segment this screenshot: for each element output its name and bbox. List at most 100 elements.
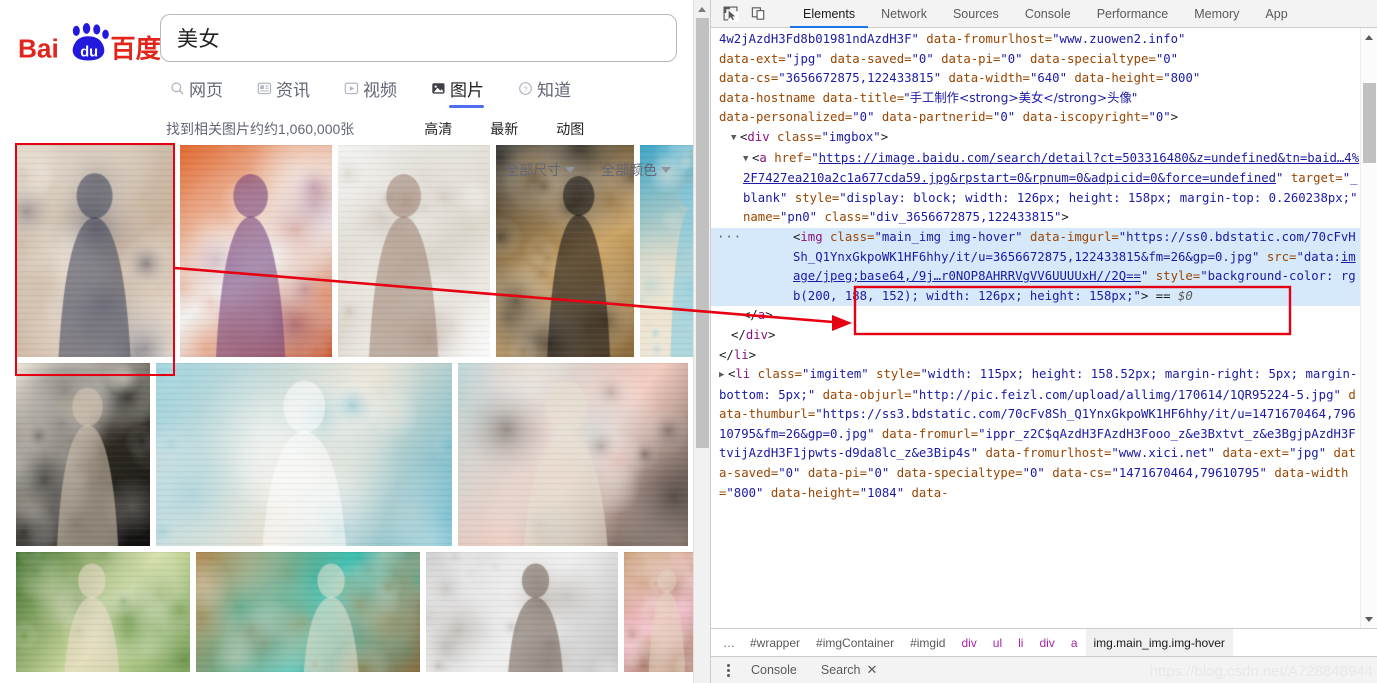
- code-token: "http://pic.feizl.com/upload/allimg/1706…: [911, 387, 1341, 402]
- scrollbar-thumb[interactable]: [1363, 83, 1376, 163]
- disclosure-triangle-icon[interactable]: ▼: [743, 150, 752, 170]
- breadcrumb-item[interactable]: img.main_img.img-hover: [1085, 629, 1233, 656]
- tab-elements[interactable]: Elements: [790, 0, 869, 28]
- code-token: "div_3656672875,122433815": [868, 210, 1062, 225]
- code-token: >: [880, 129, 889, 144]
- filter-animated[interactable]: 动图: [556, 119, 584, 139]
- image-result-item[interactable]: [338, 145, 490, 357]
- baidu-logo[interactable]: du Bai 百度: [0, 14, 160, 66]
- tab-label: Console: [1024, 6, 1071, 21]
- tab-network[interactable]: Network: [868, 0, 940, 27]
- breadcrumb: … #wrapper #imgContainer #imgid div ul li div a i…: [711, 628, 1377, 656]
- breadcrumb-item[interactable]: li: [1010, 629, 1031, 656]
- dom-tree[interactable]: 4w2jAzdH3Fd8b01981ndAzdH3F" data-fromurl…: [711, 28, 1360, 628]
- devtools-panel: Elements Network Sources Console Perform…: [710, 0, 1377, 683]
- color-filter-dropdown[interactable]: 全部颜色: [601, 160, 671, 180]
- dom-tree-line[interactable]: ▼ <a href="https://image.baidu.com/search…: [711, 149, 1360, 228]
- tab-console[interactable]: Console: [1012, 0, 1084, 27]
- image-result-item[interactable]: [156, 363, 452, 546]
- dom-tree-line[interactable]: data-cs="3656672875,122433815" data-widt…: [711, 69, 1360, 89]
- scrollbar-thumb[interactable]: [696, 18, 709, 448]
- tab-zhidao[interactable]: ? 知道: [518, 76, 571, 108]
- image-result-item[interactable]: [426, 552, 618, 672]
- expand-ellipsis[interactable]: ···: [717, 228, 742, 248]
- code-token: data-iscopyright=: [1022, 110, 1149, 125]
- code-token: data-height=: [1074, 71, 1164, 86]
- breadcrumb-item[interactable]: div: [953, 629, 984, 656]
- dom-tree-line[interactable]: data-hostname data-title="手工制作<strong>美女…: [711, 89, 1360, 109]
- code-token: data-specialtype=: [896, 466, 1023, 481]
- code-link[interactable]: https://image.baidu.com/search/detail?ct…: [743, 151, 1359, 186]
- image-result-item[interactable]: [624, 552, 693, 672]
- dom-tree-line[interactable]: </div>: [711, 326, 1360, 346]
- scroll-up-arrow-icon[interactable]: [1361, 28, 1377, 45]
- code-token: "imgbox": [821, 129, 881, 144]
- breadcrumb-item[interactable]: div: [1031, 629, 1062, 656]
- image-result-item[interactable]: [180, 145, 332, 357]
- quick-filters: 高清 最新 动图: [424, 119, 584, 139]
- filter-hd[interactable]: 高清: [424, 119, 452, 139]
- breadcrumb-item[interactable]: #imgContainer: [808, 629, 902, 656]
- dom-tree-line[interactable]: </a>: [711, 306, 1360, 326]
- more-options-icon[interactable]: [717, 663, 739, 677]
- code-token: data-personalized=: [719, 110, 853, 125]
- breadcrumb-item[interactable]: …: [717, 629, 742, 656]
- dom-tree-line[interactable]: </li>: [711, 346, 1360, 366]
- code-token: >: [765, 308, 773, 323]
- image-result-item[interactable]: [16, 363, 150, 546]
- tab-performance[interactable]: Performance: [1084, 0, 1182, 27]
- tab-sources[interactable]: Sources: [940, 0, 1012, 27]
- filter-latest[interactable]: 最新: [490, 119, 518, 139]
- tab-webpage[interactable]: 网页: [170, 76, 223, 108]
- tab-memory[interactable]: Memory: [1181, 0, 1252, 27]
- thumbnail: [458, 363, 688, 546]
- code-token: data-specialtype=: [1030, 51, 1156, 66]
- drawer-tab-console[interactable]: Console: [739, 663, 809, 677]
- code-token: data-hostname: [719, 90, 816, 105]
- code-token: img: [800, 229, 823, 244]
- code-token: "jpg": [1289, 446, 1327, 461]
- search-input[interactable]: 美女: [160, 14, 677, 62]
- image-result-item[interactable]: [16, 552, 190, 672]
- tab-image[interactable]: 图片: [431, 76, 484, 108]
- dom-tree-line[interactable]: ▶ <li class="imgitem" style="width: 115px…: [711, 365, 1360, 503]
- code-token: data-fromurl=: [881, 426, 979, 441]
- dom-tree-line[interactable]: 4w2jAzdH3Fd8b01981ndAzdH3F" data-fromurl…: [711, 30, 1360, 50]
- thumbnail: [426, 552, 618, 672]
- code-token: data-saved=: [830, 51, 912, 66]
- breadcrumb-item[interactable]: a: [1063, 629, 1086, 656]
- drawer-tab-search[interactable]: Search ✕: [809, 662, 890, 678]
- breadcrumb-item[interactable]: #wrapper: [742, 629, 808, 656]
- color-filter-label: 全部颜色: [601, 162, 657, 178]
- chevron-down-icon: [661, 167, 671, 173]
- dom-tree-line[interactable]: data-personalized="0" data-partnerid="0"…: [711, 108, 1360, 128]
- device-toolbar-icon[interactable]: [746, 2, 770, 26]
- tab-video[interactable]: 视频: [344, 76, 397, 108]
- dom-tree-line[interactable]: ▼ <div class="imgbox">: [711, 128, 1360, 149]
- scroll-up-arrow-icon[interactable]: [694, 0, 710, 17]
- tab-application[interactable]: App: [1252, 0, 1300, 27]
- dom-tree-line[interactable]: data-ext="jpg" data-saved="0" data-pi="0…: [711, 50, 1360, 70]
- inspect-element-icon[interactable]: [718, 2, 742, 26]
- code-token: "手工制作<strong>美女</strong>头像": [904, 90, 1138, 105]
- scroll-down-arrow-icon[interactable]: [694, 666, 710, 683]
- image-result-item[interactable]: [458, 363, 688, 546]
- scroll-down-arrow-icon[interactable]: [1361, 611, 1377, 628]
- image-result-item[interactable]: [196, 552, 420, 672]
- page-vertical-scrollbar[interactable]: [693, 0, 710, 683]
- breadcrumb-item[interactable]: ul: [985, 629, 1010, 656]
- disclosure-triangle-icon[interactable]: ▼: [731, 129, 740, 149]
- breadcrumb-item[interactable]: #imgid: [902, 629, 953, 656]
- devtools-vertical-scrollbar[interactable]: [1360, 28, 1377, 628]
- disclosure-triangle-icon[interactable]: ▶: [719, 366, 728, 386]
- tab-news[interactable]: 资讯: [257, 76, 310, 108]
- code-token: "800": [1163, 71, 1201, 86]
- dom-tree-line[interactable]: ··· <img class="main_img img-hover" data-…: [711, 227, 1360, 307]
- size-filter-dropdown[interactable]: 全部尺寸: [505, 160, 575, 180]
- tab-label: Sources: [952, 6, 999, 21]
- search-query-text: 美女: [177, 28, 220, 51]
- tab-label: Network: [881, 6, 927, 21]
- close-icon[interactable]: ✕: [866, 662, 877, 678]
- image-result-item[interactable]: [16, 145, 174, 357]
